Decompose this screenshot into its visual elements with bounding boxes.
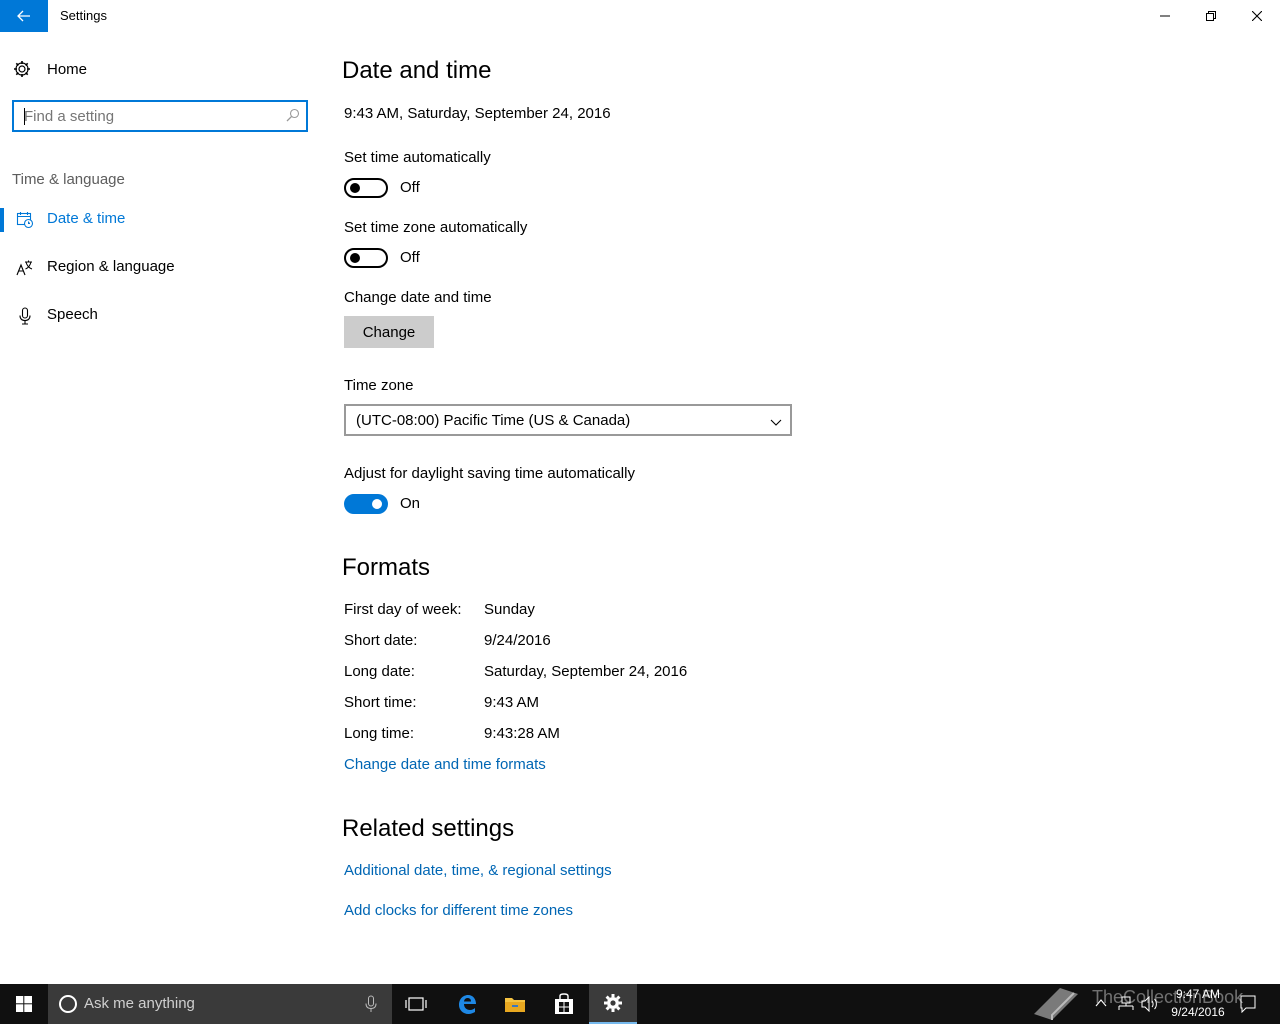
book-logo-icon (1034, 988, 1078, 1020)
gear-icon (14, 61, 30, 77)
search-input[interactable] (14, 102, 274, 130)
volume-icon[interactable] (1141, 996, 1159, 1012)
format-value-first-day: Sunday (484, 601, 535, 618)
format-value-short-date: 9/24/2016 (484, 632, 551, 649)
taskbar-clock-date[interactable]: 9/24/2016 (1160, 1005, 1236, 1019)
cortana-search-box[interactable]: Ask me anything (48, 984, 392, 1024)
sidebar-item-date-time[interactable]: Date & time (0, 200, 308, 240)
sidebar-item-speech[interactable]: Speech (0, 296, 308, 336)
set-time-auto-toggle[interactable] (344, 178, 388, 198)
microphone-icon (16, 307, 34, 325)
format-label-first-day: First day of week: (344, 601, 462, 618)
close-icon (1252, 11, 1262, 21)
minimize-button[interactable] (1142, 0, 1188, 32)
minimize-icon (1160, 15, 1170, 17)
related-settings-heading: Related settings (342, 815, 515, 842)
format-label-short-date: Short date: (344, 632, 418, 649)
set-timezone-auto-label: Set time zone automatically (344, 219, 528, 236)
taskbar-clock-time[interactable]: 9:47 AM (1160, 987, 1236, 1001)
language-icon (16, 259, 34, 277)
current-datetime: 9:43 AM, Saturday, September 24, 2016 (344, 105, 611, 122)
windows-logo-icon (16, 996, 32, 1012)
home-label: Home (47, 60, 88, 78)
edge-button[interactable] (443, 984, 491, 1024)
network-icon[interactable] (1117, 996, 1135, 1012)
close-button[interactable] (1234, 0, 1280, 32)
sidebar-item-label: Date & time (47, 210, 126, 227)
daylight-saving-toggle[interactable] (344, 494, 388, 514)
back-button[interactable] (0, 0, 48, 32)
add-clocks-link[interactable]: Add clocks for different time zones (344, 902, 573, 919)
set-time-auto-label: Set time automatically (344, 149, 491, 166)
toggle-knob (350, 253, 360, 263)
toggle-knob (372, 499, 382, 509)
restore-icon (1206, 11, 1216, 21)
toggle-knob (350, 183, 360, 193)
file-explorer-button[interactable] (491, 984, 539, 1024)
page-title: Date and time (342, 57, 492, 84)
time-zone-dropdown[interactable]: (UTC-08:00) Pacific Time (US & Canada) (344, 404, 792, 436)
start-button[interactable] (0, 984, 48, 1024)
chevron-down-icon (770, 414, 782, 432)
title-bar: Settings (0, 0, 1280, 32)
time-zone-label: Time zone (344, 377, 414, 394)
sidebar-home[interactable]: Home (12, 56, 87, 82)
store-button[interactable] (540, 984, 588, 1024)
window-title: Settings (60, 8, 107, 23)
folder-icon (505, 998, 525, 1012)
text-cursor (24, 108, 25, 125)
additional-regional-settings-link[interactable]: Additional date, time, & regional settin… (344, 862, 612, 879)
chevron-up-icon[interactable] (1095, 998, 1107, 1008)
store-icon (555, 993, 573, 1014)
set-time-auto-state: Off (400, 179, 420, 196)
cortana-placeholder: Ask me anything (84, 995, 195, 1012)
microphone-icon[interactable] (365, 995, 377, 1013)
set-timezone-auto-toggle[interactable] (344, 248, 388, 268)
search-setting-box[interactable] (12, 100, 308, 132)
change-formats-link[interactable]: Change date and time formats (344, 756, 546, 773)
set-timezone-auto-state: Off (400, 249, 420, 266)
sidebar-item-label: Region & language (47, 258, 175, 275)
back-arrow-icon (17, 10, 30, 22)
sidebar-item-region-language[interactable]: Region & language (0, 248, 308, 288)
change-button[interactable]: Change (344, 316, 434, 348)
format-value-long-time: 9:43:28 AM (484, 725, 560, 742)
gear-icon (604, 994, 622, 1012)
format-label-short-time: Short time: (344, 694, 417, 711)
format-label-long-time: Long time: (344, 725, 415, 742)
daylight-saving-state: On (400, 495, 421, 512)
format-label-long-date: Long date: (344, 663, 415, 680)
formats-heading: Formats (342, 554, 431, 581)
action-center-icon[interactable] (1240, 995, 1256, 1013)
task-view-icon (405, 997, 427, 1011)
calendar-clock-icon (16, 211, 34, 229)
settings-taskbar-button[interactable] (589, 984, 637, 1024)
change-datetime-label: Change date and time (344, 289, 492, 306)
search-icon[interactable] (286, 108, 300, 127)
taskbar: Ask me anything TheCollectionBook 9:47 A… (0, 984, 1280, 1024)
task-view-button[interactable] (392, 984, 440, 1024)
daylight-saving-label: Adjust for daylight saving time automati… (344, 465, 635, 482)
format-value-short-time: 9:43 AM (484, 694, 540, 711)
time-zone-value: (UTC-08:00) Pacific Time (US & Canada) (356, 411, 631, 429)
edge-icon (459, 995, 476, 1014)
sidebar-item-label: Speech (47, 306, 98, 323)
format-value-long-date: Saturday, September 24, 2016 (484, 663, 688, 680)
cortana-icon (59, 995, 77, 1013)
sidebar-section-label: Time & language (12, 171, 125, 188)
restore-button[interactable] (1188, 0, 1234, 32)
